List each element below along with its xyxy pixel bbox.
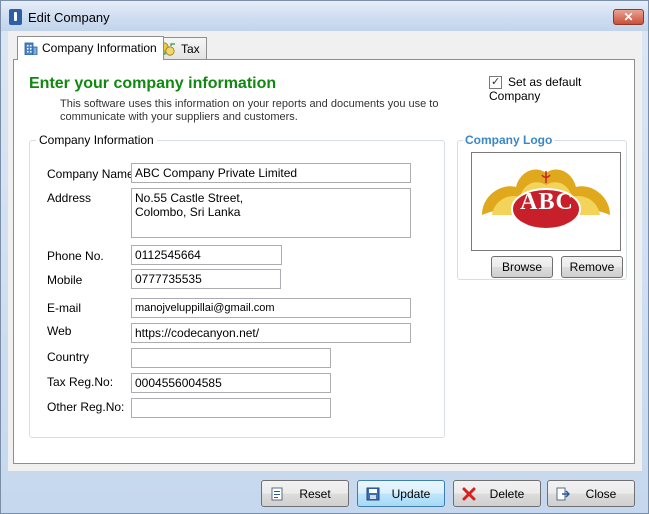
building-icon <box>24 41 38 58</box>
web-field[interactable] <box>131 323 411 343</box>
other-reg-label: Other Reg.No: <box>47 400 125 414</box>
company-information-panel: Enter your company information This soft… <box>13 59 635 464</box>
tab-company-information[interactable]: Company Information <box>17 36 164 60</box>
reset-button[interactable]: Reset <box>261 480 349 507</box>
email-field[interactable] <box>131 298 411 318</box>
company-logo-image: ABC <box>471 152 621 251</box>
edit-company-window: Edit Company ✕ Company Information Tax E… <box>0 0 649 514</box>
address-field[interactable]: No.55 Castle Street, Colombo, Sri Lanka <box>131 188 411 238</box>
tab-tax-label: Tax <box>181 42 200 56</box>
save-icon <box>366 487 380 501</box>
delete-button[interactable]: Delete <box>453 480 541 507</box>
page-description: This software uses this information on y… <box>60 98 439 123</box>
tab-company-information-label: Company Information <box>42 41 157 55</box>
update-button[interactable]: Update <box>357 480 445 507</box>
company-name-label: Company Name <box>47 167 134 181</box>
country-label: Country <box>47 350 90 364</box>
dialog-body: Company Information Tax Enter your compa… <box>8 31 642 471</box>
other-reg-field[interactable] <box>131 398 331 418</box>
email-label: E-mail <box>47 301 82 315</box>
company-name-field[interactable] <box>131 163 411 183</box>
page-title: Enter your company information <box>29 75 277 92</box>
company-information-group: Company Information Company Name Address… <box>29 133 445 438</box>
logo-text: ABC <box>520 189 574 215</box>
mobile-field[interactable] <box>131 269 281 289</box>
company-logo-group: Company Logo ABC Browse Remove <box>457 133 627 280</box>
address-label: Address <box>47 191 92 205</box>
phone-field[interactable] <box>131 245 282 265</box>
exit-icon <box>556 487 571 501</box>
web-label: Web <box>47 324 72 338</box>
window-close-button[interactable]: ✕ <box>613 9 644 25</box>
checkbox-checked-icon[interactable] <box>489 75 502 89</box>
mobile-label: Mobile <box>47 273 83 287</box>
reset-label: Reset <box>299 487 331 501</box>
tax-reg-field[interactable] <box>131 373 331 393</box>
default-company-label: Set as default Company <box>489 75 582 103</box>
country-field[interactable] <box>131 348 331 368</box>
update-label: Update <box>391 487 431 501</box>
reset-icon <box>270 487 284 501</box>
delete-x-icon <box>462 487 476 501</box>
title-bar: Edit Company ✕ <box>1 1 648 31</box>
delete-label: Delete <box>489 487 525 501</box>
close-button[interactable]: Close <box>547 480 635 507</box>
company-logo-title: Company Logo <box>463 133 555 147</box>
close-label: Close <box>585 487 617 501</box>
default-company-checkbox[interactable]: Set as default Company <box>489 75 634 103</box>
browse-button[interactable]: Browse <box>491 256 553 278</box>
company-information-group-title: Company Information <box>36 133 157 147</box>
phone-label: Phone No. <box>47 249 104 263</box>
tax-reg-label: Tax Reg.No: <box>47 375 114 389</box>
app-icon <box>9 9 22 25</box>
remove-button[interactable]: Remove <box>561 256 623 278</box>
window-title: Edit Company <box>28 10 110 25</box>
